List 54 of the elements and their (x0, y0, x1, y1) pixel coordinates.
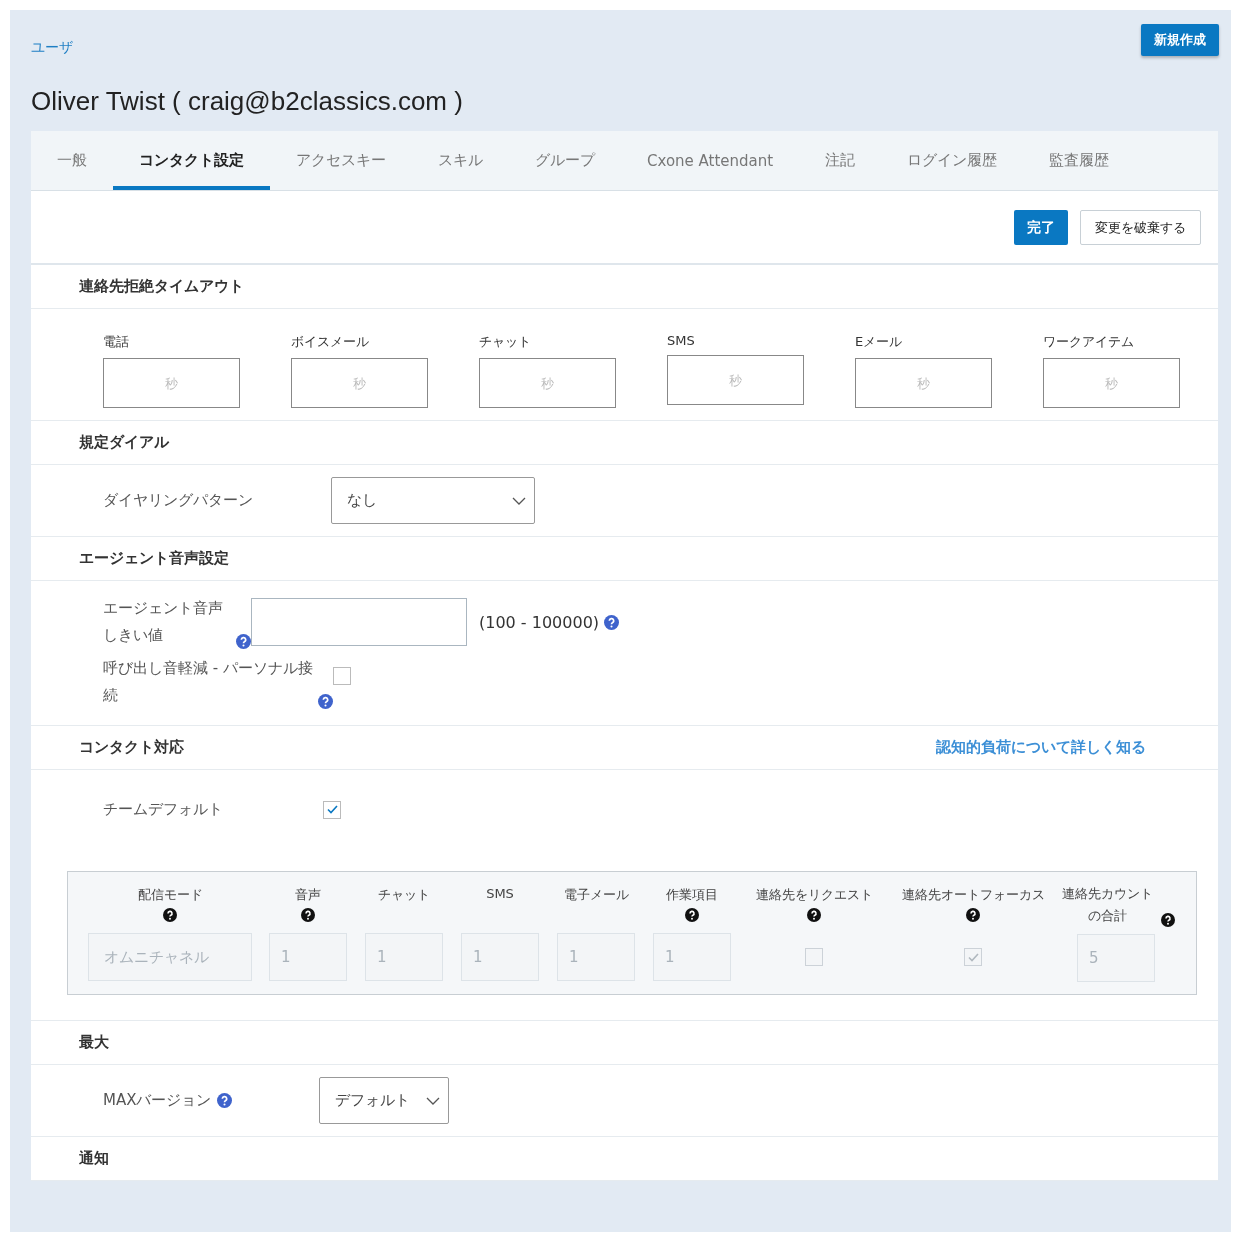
tab[interactable]: Cxone Attendant (621, 131, 800, 190)
section-heading: 最大 (79, 1033, 109, 1052)
column-header: SMS (486, 886, 514, 901)
tab[interactable]: スキル (412, 131, 509, 190)
column-header: 作業項目 (666, 886, 718, 904)
field-label: ワークアイテム (1043, 333, 1135, 351)
section-heading: コンタクト対応 (79, 738, 184, 757)
column-header: 電子メール (563, 886, 629, 904)
done-button[interactable]: 完了 (1014, 210, 1068, 245)
dropdown[interactable]: なし (331, 477, 535, 524)
field-label: 電話 (103, 333, 130, 351)
field-label: MAXバージョン (103, 1091, 212, 1110)
tab[interactable]: アクセスキー (270, 131, 412, 190)
column-header: 音声 (295, 886, 321, 904)
seconds-field[interactable]: 秒 (855, 358, 992, 408)
range-hint: (100 - 100000) (479, 612, 600, 632)
field-label: SMS (667, 333, 696, 348)
field-label: エージェント音声しきい値 (103, 598, 224, 646)
field-label: Eメール (855, 333, 904, 351)
field-label: 呼び出し音軽減 - パーソナル接続 (103, 658, 314, 706)
section-heading: 連絡先拒絶タイムアウト (79, 277, 244, 296)
field-label: ダイヤリングパターン (103, 491, 253, 510)
column-header: チャット (378, 886, 430, 904)
section-heading: 通知 (79, 1149, 109, 1168)
new-button[interactable]: 新規作成 (1141, 24, 1219, 56)
page-title: Oliver Twist ( craig@b2classics.com ) (31, 86, 463, 117)
field-label: ボイスメール (291, 333, 370, 351)
tab[interactable]: 監査履歴 (1023, 131, 1136, 190)
seconds-field[interactable]: 秒 (291, 358, 428, 408)
seconds-field[interactable]: 秒 (479, 358, 616, 408)
tab[interactable]: 注記 (799, 131, 882, 190)
tab[interactable]: グループ (509, 131, 621, 190)
checkbox[interactable] (333, 667, 351, 685)
section-heading: エージェント音声設定 (79, 549, 229, 568)
field-label: チームデフォルト (103, 800, 223, 819)
check-icon (326, 805, 338, 814)
chevron-down-icon (512, 496, 526, 505)
seconds-field[interactable]: 秒 (103, 358, 240, 408)
section-heading: 規定ダイアル (79, 433, 169, 452)
seconds-field[interactable]: 秒 (667, 355, 804, 405)
breadcrumb-link[interactable]: ユーザ (31, 39, 73, 57)
column-header: 連絡先カウントの合計 (1060, 885, 1154, 925)
column-header: 配信モード (137, 886, 203, 904)
dropdown[interactable]: デフォルト (319, 1077, 449, 1124)
threshold-field[interactable] (251, 598, 467, 646)
tab[interactable]: 一般 (31, 131, 113, 190)
field-label: チャット (479, 333, 532, 351)
tab[interactable]: ログイン履歴 (881, 131, 1024, 190)
seconds-field[interactable]: 秒 (1043, 358, 1180, 408)
discard-changes-button[interactable]: 変更を破棄する (1080, 210, 1201, 245)
check-icon (967, 952, 979, 962)
column-header: 連絡先をリクエスト (755, 886, 873, 904)
chevron-down-icon (426, 1096, 440, 1105)
column-header: 連絡先オートフォーカス (901, 886, 1045, 904)
